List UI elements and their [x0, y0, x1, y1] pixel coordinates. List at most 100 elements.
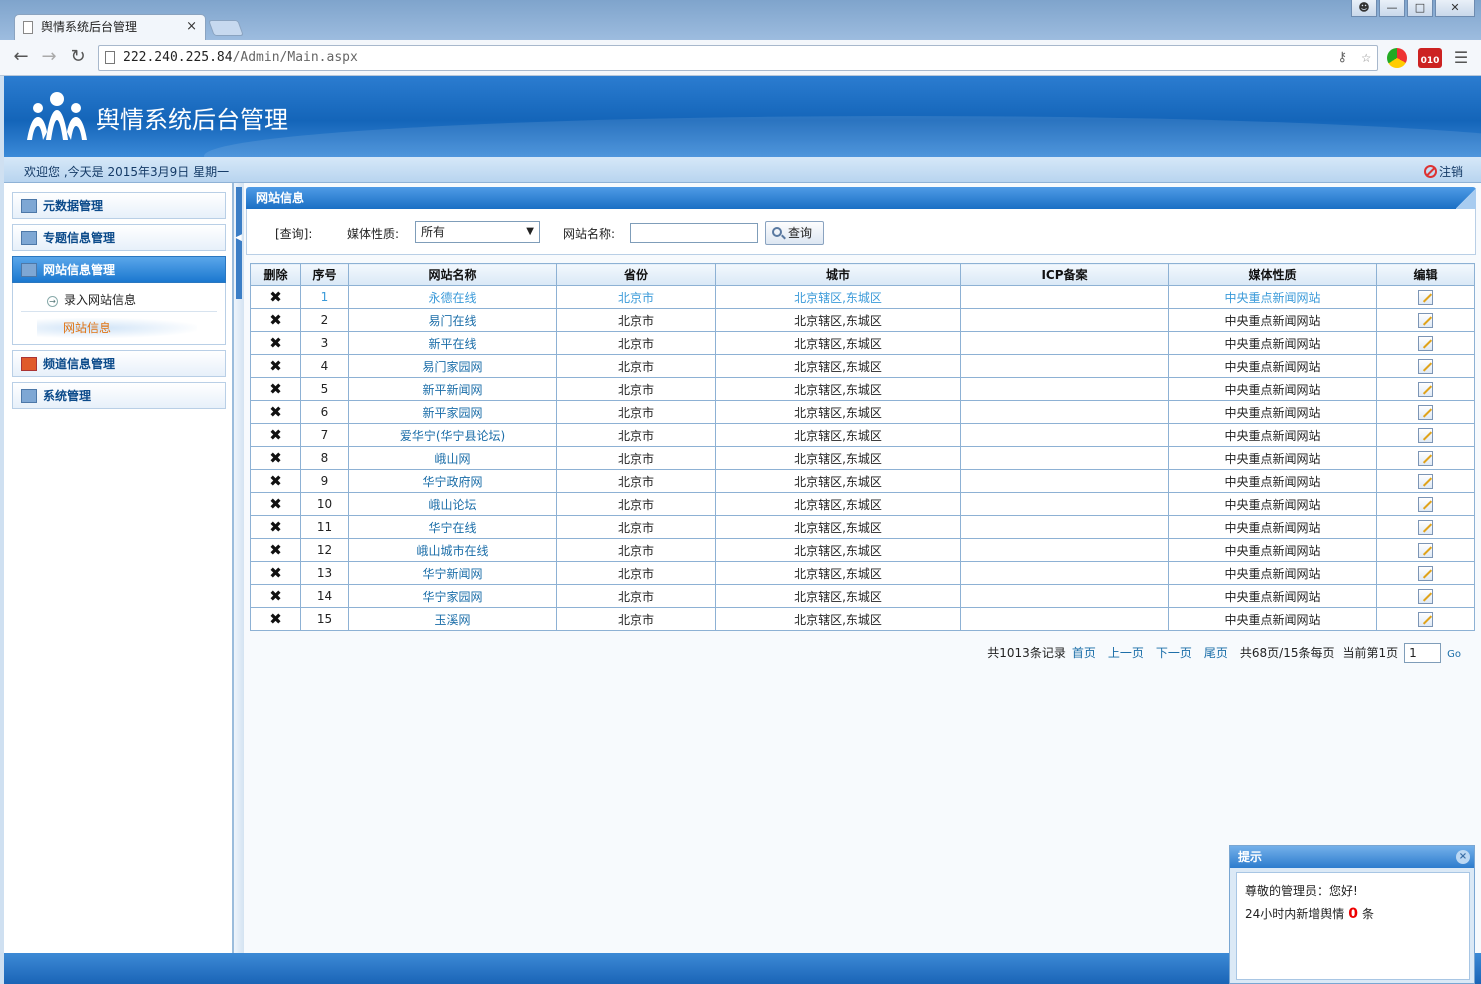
cell-site-name[interactable]: 华宁家园网 [348, 584, 557, 608]
pager-next-link[interactable]: 下一页 [1156, 646, 1192, 660]
notice-title: 提示 [1238, 850, 1263, 864]
cell-edit [1376, 423, 1475, 447]
collapse-arrow-icon[interactable]: ◀ [235, 233, 242, 243]
delete-icon[interactable]: ✖ [269, 564, 282, 582]
table-row: ✖ 13 华宁新闻网 北京市 北京辖区,东城区 中央重点新闻网站 [250, 561, 1475, 585]
maximize-icon[interactable]: □ [1407, 0, 1433, 17]
delete-icon[interactable]: ✖ [269, 449, 282, 467]
cell-city: 北京辖区,东城区 [715, 400, 961, 424]
edit-icon[interactable] [1418, 335, 1433, 351]
new-tab-button[interactable] [208, 20, 244, 36]
edit-icon[interactable] [1418, 519, 1433, 535]
cell-delete: ✖ [250, 377, 301, 401]
back-icon[interactable]: ← [10, 46, 32, 67]
edit-icon[interactable] [1418, 542, 1433, 558]
pager-prev-link[interactable]: 上一页 [1108, 646, 1144, 660]
minimize-icon[interactable]: — [1379, 0, 1405, 17]
edit-icon[interactable] [1418, 611, 1433, 627]
cell-icp [960, 538, 1169, 562]
bookmark-star-icon[interactable]: ☆ [1361, 45, 1371, 69]
address-bar[interactable]: 222.240.225.84/Admin/Main.aspx ⚷ ☆ [98, 45, 1378, 71]
cell-site-name[interactable]: 峨山城市在线 [348, 538, 557, 562]
home-icon [21, 199, 37, 213]
table-row: ✖ 1 永德在线 北京市 北京辖区,东城区 中央重点新闻网站 [250, 285, 1475, 309]
delete-icon[interactable]: ✖ [269, 587, 282, 605]
cell-edit [1376, 400, 1475, 424]
delete-icon[interactable]: ✖ [269, 380, 282, 398]
cell-no: 5 [300, 377, 349, 401]
cell-site-name[interactable]: 新平家园网 [348, 400, 557, 424]
tab-close-icon[interactable]: × [186, 15, 197, 39]
delete-icon[interactable]: ✖ [269, 518, 282, 536]
browser-toolbar: ← → ↻ 222.240.225.84/Admin/Main.aspx ⚷ ☆… [0, 40, 1481, 76]
submenu-add-site[interactable]: → 录入网站信息 [47, 291, 136, 308]
delete-icon[interactable]: ✖ [269, 610, 282, 628]
search-button[interactable]: 查询 [765, 221, 824, 245]
cell-no: 7 [300, 423, 349, 447]
edit-icon[interactable] [1418, 312, 1433, 328]
pager-go-button[interactable]: Go [1447, 649, 1461, 660]
delete-icon[interactable]: ✖ [269, 311, 282, 329]
cell-site-name[interactable]: 华宁新闻网 [348, 561, 557, 585]
delete-icon[interactable]: ✖ [269, 495, 282, 513]
menu-metadata[interactable]: 元数据管理 [12, 192, 226, 219]
delete-icon[interactable]: ✖ [269, 472, 282, 490]
delete-icon[interactable]: ✖ [269, 403, 282, 421]
delete-icon[interactable]: ✖ [269, 541, 282, 559]
edit-icon[interactable] [1418, 450, 1433, 466]
cell-province: 北京市 [556, 308, 716, 332]
pager-last-link[interactable]: 尾页 [1204, 646, 1228, 660]
cell-site-name[interactable]: 新平新闻网 [348, 377, 557, 401]
user-icon[interactable]: ☻ [1351, 0, 1377, 17]
edit-icon[interactable] [1418, 404, 1433, 420]
menu-channel-info[interactable]: 频道信息管理 [12, 350, 226, 377]
logout-link[interactable]: 注销 [1423, 163, 1463, 180]
edit-icon[interactable] [1418, 358, 1433, 374]
logo-people-icon [27, 92, 87, 140]
edit-icon[interactable] [1418, 565, 1433, 581]
cell-site-name[interactable]: 峨山网 [348, 446, 557, 470]
submenu-site-list[interactable]: 网站信息 [37, 318, 197, 338]
cell-province: 北京市 [556, 538, 716, 562]
sidebar-splitter[interactable]: ◀ [233, 183, 244, 953]
edit-icon[interactable] [1418, 496, 1433, 512]
cell-province: 北京市 [556, 331, 716, 355]
cell-site-name[interactable]: 华宁政府网 [348, 469, 557, 493]
page-number-input[interactable]: 1 [1404, 643, 1442, 663]
menu-system[interactable]: 系统管理 [12, 382, 226, 409]
edit-icon[interactable] [1418, 381, 1433, 397]
cell-site-name[interactable]: 峨山论坛 [348, 492, 557, 516]
menu-topic-info[interactable]: 专题信息管理 [12, 224, 226, 251]
pager-first-link[interactable]: 首页 [1072, 646, 1096, 660]
cell-site-name[interactable]: 易门在线 [348, 308, 557, 332]
splitter-grip[interactable] [236, 187, 242, 299]
cell-city: 北京辖区,东城区 [715, 423, 961, 447]
cell-site-name[interactable]: 永德在线 [348, 285, 557, 309]
edit-icon[interactable] [1418, 289, 1433, 305]
menu-icon[interactable]: ☰ [1450, 48, 1472, 67]
menu-site-info[interactable]: 网站信息管理 [12, 256, 226, 283]
cell-media-type: 中央重点新闻网站 [1168, 285, 1377, 309]
cell-site-name[interactable]: 新平在线 [348, 331, 557, 355]
key-icon[interactable]: ⚷ [1337, 46, 1347, 70]
delete-icon[interactable]: ✖ [269, 426, 282, 444]
delete-icon[interactable]: ✖ [269, 357, 282, 375]
cell-site-name[interactable]: 华宁在线 [348, 515, 557, 539]
edit-icon[interactable] [1418, 427, 1433, 443]
cell-site-name[interactable]: 易门家园网 [348, 354, 557, 378]
close-window-icon[interactable]: ✕ [1435, 0, 1475, 17]
browser-tab[interactable]: 舆情系统后台管理 × [14, 14, 206, 40]
extension-badge-icon[interactable]: 010 [1418, 48, 1442, 68]
edit-icon[interactable] [1418, 473, 1433, 489]
cell-site-name[interactable]: 玉溪网 [348, 607, 557, 631]
site-name-input[interactable] [630, 223, 758, 243]
forward-icon[interactable]: → [38, 46, 60, 67]
extension-chrome-icon[interactable] [1387, 48, 1407, 68]
media-type-select[interactable]: 所有 ▼ [415, 221, 540, 243]
notice-close-icon[interactable]: × [1456, 850, 1470, 864]
cell-site-name[interactable]: 爱华宁(华宁县论坛) [348, 423, 557, 447]
delete-icon[interactable]: ✖ [269, 288, 282, 306]
delete-icon[interactable]: ✖ [269, 334, 282, 352]
reload-icon[interactable]: ↻ [67, 46, 89, 67]
edit-icon[interactable] [1418, 588, 1433, 604]
